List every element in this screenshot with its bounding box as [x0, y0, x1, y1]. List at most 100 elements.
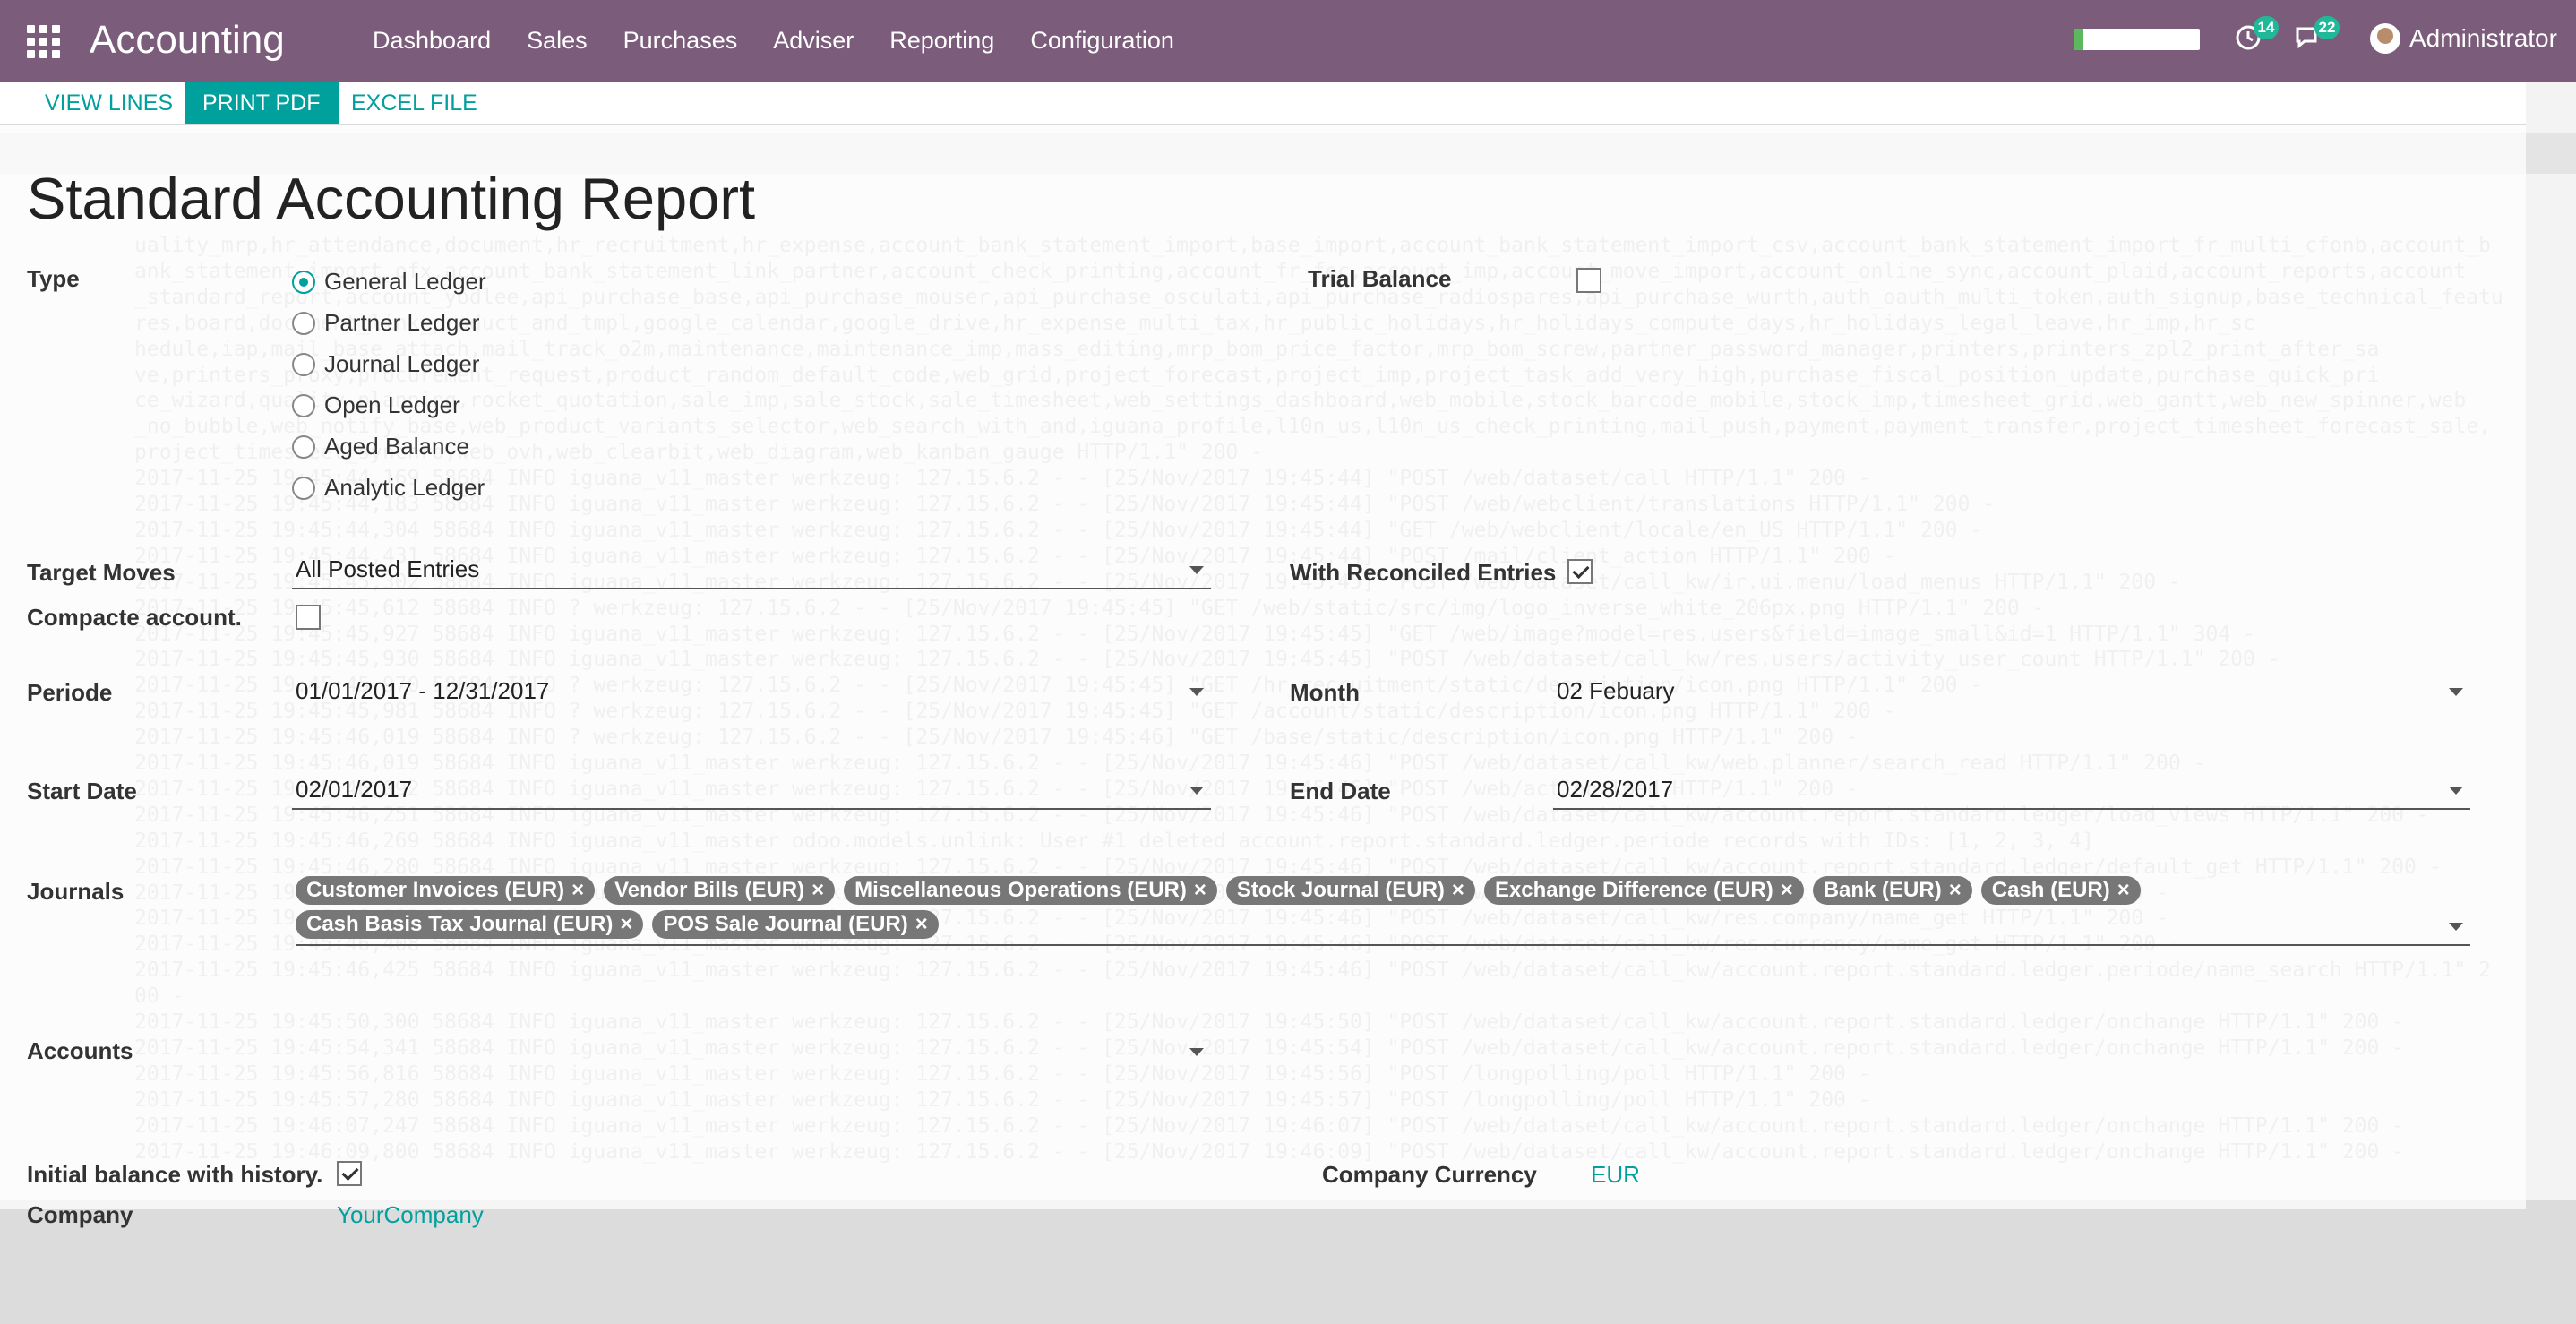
initial-balance-label: Initial balance with history. [27, 1161, 323, 1188]
remove-tag-icon[interactable]: × [620, 912, 632, 937]
messages-button[interactable]: 22 [2295, 16, 2340, 59]
type-option-label: Partner Ledger [324, 309, 480, 336]
chevron-down-icon [1189, 688, 1204, 696]
journal-tag: Cash (EUR) × [1980, 876, 2141, 905]
radio-button[interactable] [292, 311, 315, 335]
journal-tag-label: Customer Invoices (EUR) [306, 878, 565, 902]
journal-tag: Bank (EUR) × [1812, 876, 1972, 905]
view-lines-button[interactable]: VIEW LINES [25, 82, 193, 124]
type-option[interactable]: Aged Balance [292, 433, 469, 460]
journal-tag-list: Customer Invoices (EUR) × Vendor Bills (EU… [296, 876, 2427, 944]
chevron-down-icon [1189, 1048, 1204, 1056]
excel-file-button[interactable]: EXCEL FILE [331, 82, 497, 124]
remove-tag-icon[interactable]: × [915, 912, 928, 937]
type-option-label: Analytic Ledger [324, 474, 485, 501]
page-title: Standard Accounting Report [27, 166, 756, 231]
radio-button[interactable] [292, 393, 315, 417]
target-moves-label: Target Moves [27, 559, 176, 586]
journal-tag: Stock Journal (EUR) × [1225, 876, 1475, 905]
remove-tag-icon[interactable]: × [1781, 878, 1793, 903]
radio-button[interactable] [292, 434, 315, 459]
journal-tag: Customer Invoices (EUR) × [296, 876, 596, 905]
journals-label: Journals [27, 878, 125, 905]
user-name: Administrator [2409, 24, 2557, 52]
menu-reporting[interactable]: Reporting [889, 27, 994, 55]
with-reconciled-label: With Reconciled Entries [1290, 559, 1557, 586]
type-option-label: Open Ledger [324, 391, 460, 418]
chevron-down-icon [2449, 688, 2463, 696]
remove-tag-icon[interactable]: × [2117, 878, 2130, 903]
with-reconciled-checkbox[interactable] [1567, 559, 1593, 584]
end-date-field[interactable]: 02/28/2017 [1553, 776, 2470, 810]
journal-tag: Exchange Difference (EUR) × [1483, 876, 1804, 905]
journal-tag-label: Exchange Difference (EUR) [1494, 878, 1773, 902]
type-option-label: General Ledger [324, 268, 486, 295]
type-option[interactable]: Journal Ledger [292, 350, 479, 378]
company-currency-value[interactable]: EUR [1591, 1161, 1640, 1189]
end-date-label: End Date [1290, 778, 1391, 804]
radio-button[interactable] [292, 476, 315, 500]
start-date-label: Start Date [27, 778, 137, 804]
end-date-value: 02/28/2017 [1557, 776, 1674, 803]
month-label: Month [1290, 679, 1360, 706]
compacte-account-checkbox[interactable] [296, 605, 321, 630]
remove-tag-icon[interactable]: × [1452, 878, 1464, 903]
menu-purchases[interactable]: Purchases [623, 27, 738, 55]
remove-tag-icon[interactable]: × [1194, 878, 1206, 903]
start-date-field[interactable]: 02/01/2017 [292, 776, 1211, 810]
menu-sales[interactable]: Sales [527, 27, 588, 55]
apps-grid-icon[interactable] [27, 25, 61, 59]
messages-count-badge: 22 [2314, 16, 2340, 39]
type-option-label: Journal Ledger [324, 350, 480, 377]
journals-many2many-field[interactable]: Customer Invoices (EUR) × Vendor Bills (EU… [296, 876, 2470, 946]
compacte-account-label: Compacte account. [27, 604, 242, 631]
menu-configuration[interactable]: Configuration [1030, 27, 1174, 55]
radio-button[interactable] [292, 270, 315, 294]
initial-balance-checkbox[interactable] [337, 1161, 362, 1186]
company-currency-label: Company Currency [1322, 1161, 1537, 1188]
journal-tag-label: Cash (EUR) [1991, 878, 2110, 902]
type-option[interactable]: Open Ledger [292, 391, 460, 419]
app-brand[interactable]: Accounting [90, 18, 285, 63]
print-pdf-button[interactable]: PRINT PDF [185, 82, 339, 124]
remove-tag-icon[interactable]: × [1949, 878, 1962, 903]
journal-tag-label: Cash Basis Tax Journal (EUR) [306, 912, 614, 936]
activity-count-badge: 14 [2254, 16, 2279, 39]
journal-tag-label: Bank (EUR) [1823, 878, 1942, 902]
journal-tag-label: Stock Journal (EUR) [1236, 878, 1445, 902]
chevron-down-icon [1189, 787, 1204, 795]
activity-button[interactable]: 14 [2234, 16, 2279, 59]
radio-button[interactable] [292, 352, 315, 376]
month-select[interactable]: 02 Febuary [1553, 677, 2470, 709]
periode-label: Periode [27, 679, 113, 706]
journal-tag: Cash Basis Tax Journal (EUR) × [296, 910, 644, 939]
target-moves-select[interactable]: All Posted Entries [292, 555, 1211, 589]
type-option[interactable]: General Ledger [292, 268, 486, 296]
month-value: 02 Febuary [1557, 677, 1675, 704]
type-option[interactable]: Partner Ledger [292, 309, 479, 337]
start-date-value: 02/01/2017 [296, 776, 413, 803]
accounts-field[interactable] [292, 1037, 1211, 1070]
company-value[interactable]: YourCompany [337, 1201, 484, 1229]
type-option[interactable]: Analytic Ledger [292, 474, 485, 502]
chevron-down-icon [2449, 923, 2463, 931]
type-label: Type [27, 265, 80, 292]
periode-value: 01/01/2017 - 12/31/2017 [296, 677, 550, 704]
periode-select[interactable]: 01/01/2017 - 12/31/2017 [292, 677, 1211, 709]
menu-adviser[interactable]: Adviser [773, 27, 854, 55]
journal-tag-label: Vendor Bills (EUR) [614, 878, 805, 902]
main-menu: Dashboard Sales Purchases Adviser Report… [373, 27, 1210, 55]
type-option-label: Aged Balance [324, 433, 469, 460]
menu-dashboard[interactable]: Dashboard [373, 27, 491, 55]
user-menu[interactable]: Administrator [2370, 23, 2557, 54]
company-label: Company [27, 1201, 133, 1228]
journal-tag-label: Miscellaneous Operations (EUR) [854, 878, 1187, 902]
target-moves-value: All Posted Entries [296, 555, 480, 582]
journal-tag: Miscellaneous Operations (EUR) × [844, 876, 1217, 905]
avatar [2370, 23, 2400, 54]
journal-tag: Vendor Bills (EUR) × [604, 876, 836, 905]
remove-tag-icon[interactable]: × [811, 878, 824, 903]
trial-balance-checkbox[interactable] [1576, 268, 1601, 293]
remove-tag-icon[interactable]: × [571, 878, 584, 903]
journal-tag-label: POS Sale Journal (EUR) [663, 912, 908, 936]
